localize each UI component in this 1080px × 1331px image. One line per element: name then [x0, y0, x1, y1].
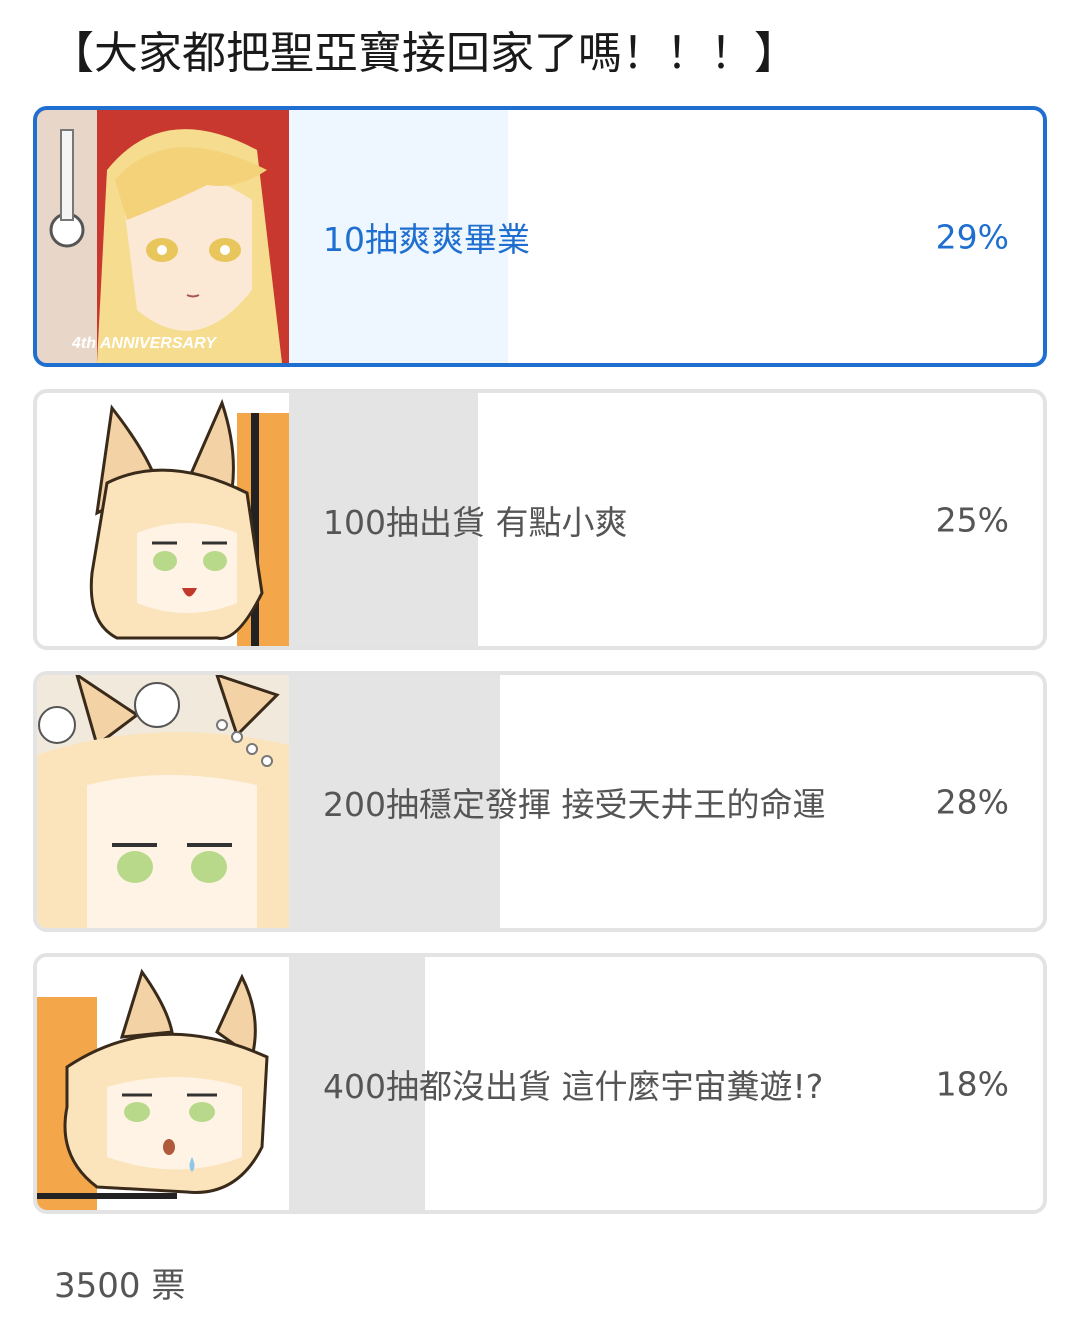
option-percent: 29%	[935, 217, 1009, 256]
anniversary-logo-text: 4th ANNIVERSARY	[71, 335, 217, 352]
option-label: 10抽爽爽畢業	[323, 219, 530, 259]
option-percent: 18%	[935, 1064, 1009, 1103]
poll-option-1[interactable]: 4th ANNIVERSARY 10抽爽爽畢業 29%	[33, 106, 1047, 367]
option-percent: 25%	[935, 500, 1009, 539]
option-label: 100抽出貨 有點小爽	[323, 502, 628, 542]
option-label: 400抽都沒出貨 這什麼宇宙糞遊!?	[323, 1066, 824, 1106]
character-sticker-image	[37, 675, 289, 928]
poll-option-3[interactable]: 200抽穩定發揮 接受天井王的命運 28%	[33, 671, 1047, 932]
option-percent: 28%	[935, 782, 1009, 821]
vote-count: 3500 票	[54, 1266, 186, 1306]
option-4-thumbnail	[37, 957, 289, 1210]
option-1-thumbnail: 4th ANNIVERSARY	[37, 110, 289, 363]
poll-title: 【大家都把聖亞寶接回家了嗎！！！】	[50, 28, 798, 79]
character-sticker-image	[37, 393, 289, 646]
character-portrait-image: 4th ANNIVERSARY	[37, 110, 289, 363]
option-label: 200抽穩定發揮 接受天井王的命運	[323, 784, 826, 824]
option-2-thumbnail	[37, 393, 289, 646]
poll-option-2[interactable]: 100抽出貨 有點小爽 25%	[33, 389, 1047, 650]
character-sticker-image	[37, 957, 289, 1210]
poll-option-4[interactable]: 400抽都沒出貨 這什麼宇宙糞遊!? 18%	[33, 953, 1047, 1214]
option-3-thumbnail	[37, 675, 289, 928]
